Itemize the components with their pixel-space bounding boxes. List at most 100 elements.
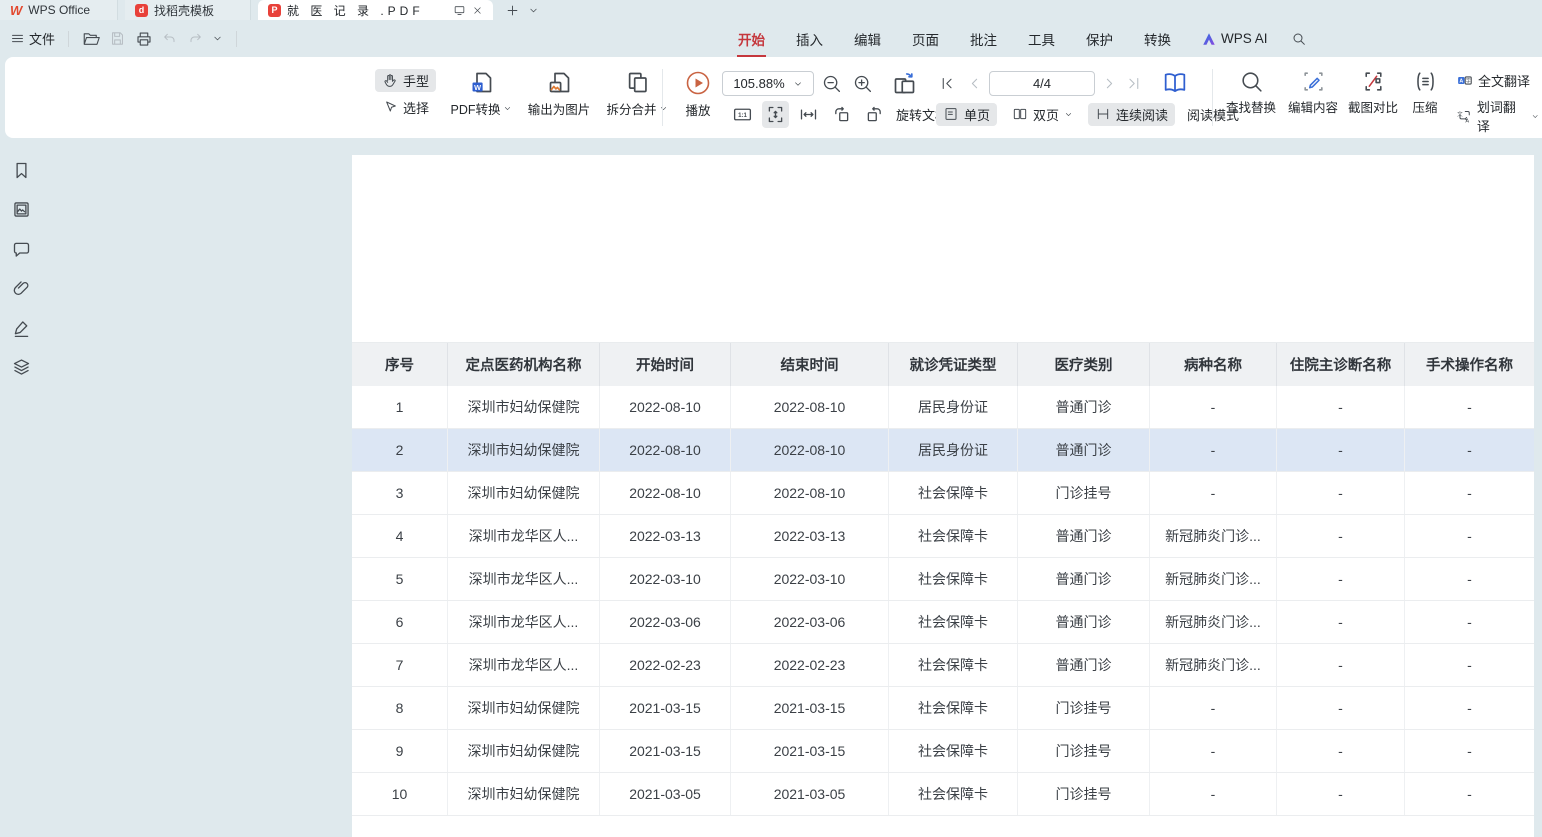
bookmark-icon[interactable]	[11, 160, 32, 181]
table-header-cell: 定点医药机构名称	[448, 343, 600, 386]
table-row[interactable]: 4深圳市龙华区人...2022-03-132022-03-13社会保障卡普通门诊…	[352, 515, 1534, 558]
tab-page[interactable]: 页面	[911, 27, 940, 51]
edit-content-button[interactable]: 编辑内容	[1282, 69, 1344, 116]
close-tab-icon[interactable]	[472, 5, 483, 16]
screenshot-compare-button[interactable]: 截图对比	[1343, 69, 1403, 116]
signature-icon[interactable]	[11, 318, 32, 339]
open-file-icon[interactable]	[82, 30, 100, 48]
table-cell: 居民身份证	[889, 429, 1018, 471]
table-row[interactable]: 1深圳市妇幼保健院2022-08-102022-08-10居民身份证普通门诊--…	[352, 386, 1534, 429]
file-menu-button[interactable]: 文件	[10, 29, 55, 48]
tab-edit[interactable]: 编辑	[853, 27, 882, 51]
convert-group: W PDF转换 输出为图片 拆分合并	[442, 69, 676, 118]
table-row[interactable]: 8深圳市妇幼保健院2021-03-152021-03-15社会保障卡门诊挂号--…	[352, 687, 1534, 730]
attachment-icon[interactable]	[11, 278, 32, 299]
tab-list-chevron-icon[interactable]	[528, 5, 539, 16]
double-page-button[interactable]: 双页	[1005, 103, 1080, 126]
search-icon[interactable]	[1291, 31, 1307, 47]
next-page-icon[interactable]	[1101, 75, 1118, 92]
comment-icon[interactable]	[11, 239, 32, 260]
table-cell: -	[1405, 601, 1534, 643]
new-tab-icon[interactable]	[505, 3, 520, 18]
print-icon[interactable]	[135, 30, 153, 48]
layers-icon[interactable]	[11, 357, 32, 378]
hand-tool-button[interactable]: 手型	[375, 69, 436, 92]
zoom-level-select[interactable]: 105.88%	[722, 71, 814, 96]
play-button[interactable]: 播放	[673, 69, 723, 119]
full-translate-button[interactable]: A 字 全文翻译	[1453, 70, 1542, 91]
continuous-read-button[interactable]: 连续阅读	[1088, 103, 1175, 126]
first-page-icon[interactable]	[939, 75, 956, 92]
fit-page-button[interactable]	[762, 101, 789, 128]
actual-size-button[interactable]: 1:1	[729, 101, 756, 128]
tab-docer[interactable]: d 找稻壳模板	[125, 0, 251, 20]
zoom-out-icon[interactable]	[821, 73, 842, 94]
table-row[interactable]: 7深圳市龙华区人...2022-02-232022-02-23社会保障卡普通门诊…	[352, 644, 1534, 687]
zoom-fit-group: 1:1 旋转文档	[729, 100, 948, 128]
toolbar-options-chevron-icon[interactable]	[212, 33, 223, 44]
fit-width-icon	[798, 104, 819, 125]
table-cell: 2022-03-10	[731, 558, 889, 600]
prev-page-icon[interactable]	[966, 75, 983, 92]
table-row[interactable]: 3深圳市妇幼保健院2022-08-102022-08-10社会保障卡门诊挂号--…	[352, 472, 1534, 515]
redo-icon[interactable]	[187, 31, 203, 47]
word-translate-button[interactable]: 文 A 划词翻译	[1453, 96, 1542, 136]
select-tool-button[interactable]: 选择	[375, 96, 436, 119]
tab-protect[interactable]: 保护	[1085, 27, 1114, 51]
tab-insert[interactable]: 插入	[795, 27, 824, 51]
tab-convert[interactable]: 转换	[1143, 27, 1172, 51]
table-row[interactable]: 9深圳市妇幼保健院2021-03-152021-03-15社会保障卡门诊挂号--…	[352, 730, 1534, 773]
table-cell: 门诊挂号	[1018, 472, 1150, 514]
table-cell: -	[1150, 386, 1277, 428]
wps-ai-button[interactable]: WPS AI	[1201, 31, 1268, 46]
thumbnail-icon[interactable]	[11, 199, 32, 220]
word-translate-label: 划词翻译	[1477, 97, 1526, 135]
page-number-input[interactable]: 4/4	[989, 71, 1095, 96]
word-translate-icon: 文 A	[1456, 108, 1472, 125]
export-image-button[interactable]: 输出为图片	[520, 69, 598, 118]
table-cell: 社会保障卡	[889, 687, 1018, 729]
table-cell: -	[1277, 773, 1405, 815]
table-cell: 2	[352, 429, 448, 471]
save-icon[interactable]	[109, 30, 126, 47]
table-cell: 深圳市妇幼保健院	[448, 472, 600, 514]
continuous-read-label: 连续阅读	[1116, 105, 1168, 124]
undo-icon[interactable]	[162, 31, 178, 47]
find-replace-button[interactable]: 查找替换	[1220, 69, 1282, 116]
single-page-button[interactable]: 单页	[936, 103, 997, 126]
table-cell: -	[1405, 687, 1534, 729]
rotate-left-button[interactable]	[828, 101, 855, 128]
divider	[1212, 69, 1213, 126]
table-row[interactable]: 5深圳市龙华区人...2022-03-102022-03-10社会保障卡普通门诊…	[352, 558, 1534, 601]
table-cell: -	[1405, 515, 1534, 557]
table-cell: 2021-03-15	[600, 730, 731, 772]
read-mode-icon[interactable]	[1161, 69, 1189, 97]
rotate-right-button[interactable]	[861, 101, 888, 128]
split-merge-button[interactable]: 拆分合并	[598, 69, 676, 118]
pdf-page[interactable]: 序号定点医药机构名称开始时间结束时间就诊凭证类型医疗类别病种名称住院主诊断名称手…	[352, 155, 1534, 837]
svg-text:字: 字	[1466, 77, 1471, 84]
last-page-icon[interactable]	[1125, 75, 1142, 92]
table-cell: 2022-03-13	[600, 515, 731, 557]
compress-button[interactable]: 压缩	[1402, 69, 1448, 116]
tab-comment[interactable]: 批注	[969, 27, 998, 51]
table-row[interactable]: 10深圳市妇幼保健院2021-03-052021-03-05社会保障卡门诊挂号-…	[352, 773, 1534, 816]
tab-home[interactable]: 开始	[737, 27, 766, 51]
fit-width-button[interactable]	[795, 101, 822, 128]
pdf-convert-button[interactable]: W PDF转换	[442, 69, 520, 118]
tab-document-active[interactable]: P 就 医 记 录 .PDF	[258, 0, 493, 20]
present-to-screen-icon[interactable]	[453, 4, 466, 17]
table-row[interactable]: 6深圳市龙华区人...2022-03-062022-03-06社会保障卡普通门诊…	[352, 601, 1534, 644]
chevron-down-icon	[659, 104, 668, 113]
table-cell: -	[1277, 601, 1405, 643]
edit-content-label: 编辑内容	[1288, 97, 1338, 116]
select-tool-label: 选择	[403, 98, 429, 117]
rotate-pages-icon[interactable]	[891, 70, 918, 97]
table-header-cell: 开始时间	[600, 343, 731, 386]
tab-wps-home[interactable]: W WPS Office	[0, 0, 118, 20]
divider	[662, 69, 663, 126]
table-row[interactable]: 2深圳市妇幼保健院2022-08-102022-08-10居民身份证普通门诊--…	[352, 429, 1534, 472]
tab-tools[interactable]: 工具	[1027, 27, 1056, 51]
zoom-in-icon[interactable]	[852, 73, 873, 94]
continuous-read-icon	[1095, 106, 1111, 122]
